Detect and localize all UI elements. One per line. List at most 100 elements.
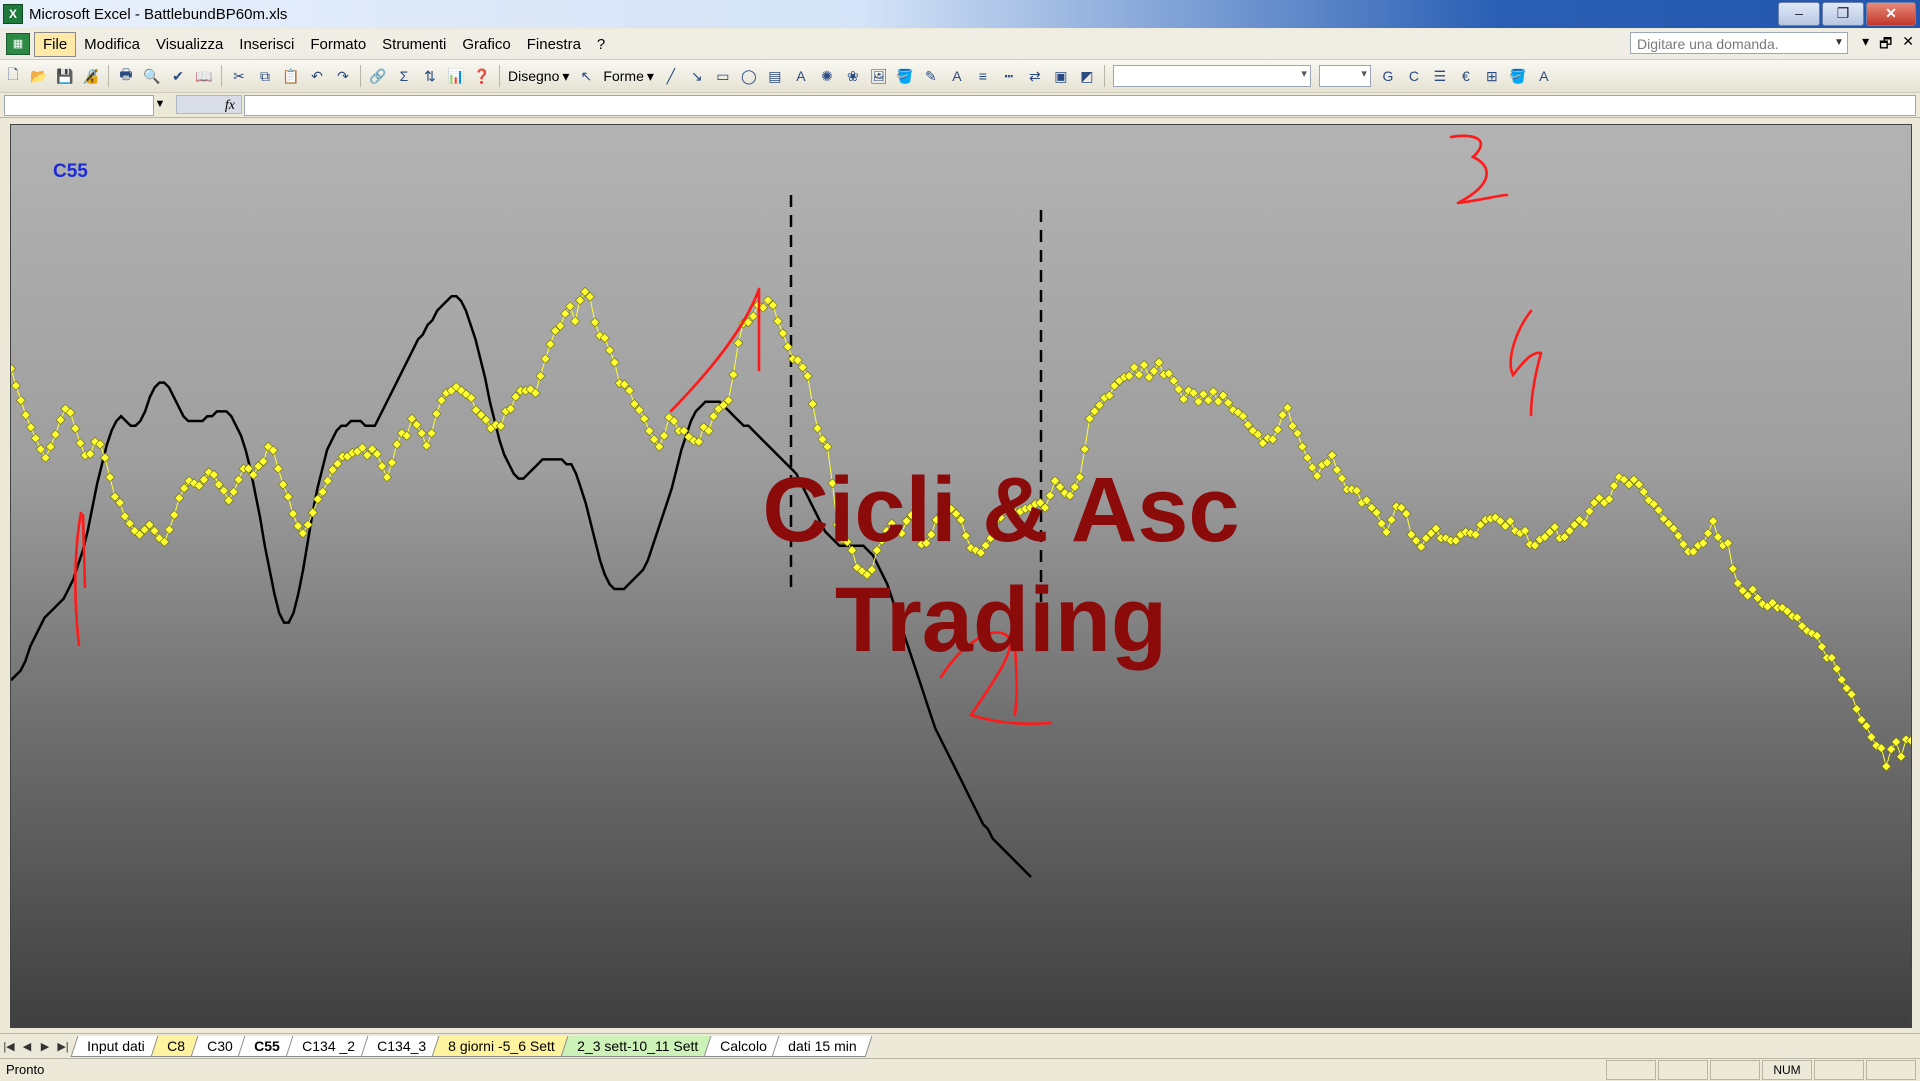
- borders-icon[interactable]: ⊞: [1480, 65, 1504, 87]
- cut-icon[interactable]: ✂: [227, 65, 251, 87]
- doc-restore-icon[interactable]: 🗗: [1879, 33, 1892, 57]
- price-point: [540, 353, 551, 364]
- doc-menu-dropdown-icon[interactable]: ▾: [1862, 33, 1869, 57]
- chart-sheet[interactable]: C55 Cicli & Asc Trading: [10, 124, 1912, 1028]
- sort-icon[interactable]: ⇅: [418, 65, 442, 87]
- open-icon[interactable]: 📂: [27, 65, 51, 87]
- price-point: [545, 339, 556, 350]
- paste-icon[interactable]: 📋: [279, 65, 303, 87]
- permission-icon[interactable]: 🔏: [79, 65, 103, 87]
- rectangle-icon[interactable]: ▭: [711, 65, 735, 87]
- spelling-icon[interactable]: ✔: [166, 65, 190, 87]
- arrow-style-icon[interactable]: ⇄: [1023, 65, 1047, 87]
- price-point: [283, 491, 294, 502]
- help-icon[interactable]: ❓: [470, 65, 494, 87]
- line-style-icon[interactable]: ≡: [971, 65, 995, 87]
- drawing-menu-button[interactable]: Disegno ▾: [508, 68, 569, 85]
- 3d-icon[interactable]: ◩: [1075, 65, 1099, 87]
- font-color-icon[interactable]: A: [945, 65, 969, 87]
- cell-font-color-icon[interactable]: A: [1532, 65, 1556, 87]
- arrow-icon[interactable]: ↘: [685, 65, 709, 87]
- next-sheet-icon[interactable]: ▶: [36, 1040, 54, 1053]
- shadow-icon[interactable]: ▣: [1049, 65, 1073, 87]
- redo-icon[interactable]: ↷: [331, 65, 355, 87]
- menu-finestra[interactable]: Finestra: [519, 33, 589, 56]
- menu-file[interactable]: File: [34, 31, 77, 57]
- diagram-icon[interactable]: ✺: [815, 65, 839, 87]
- select-objects-icon[interactable]: ↖: [574, 65, 598, 87]
- prev-sheet-icon[interactable]: ◀: [18, 1040, 36, 1053]
- menu-modifica[interactable]: Modifica: [76, 33, 148, 56]
- autosum-icon[interactable]: Σ: [392, 65, 416, 87]
- minimize-button[interactable]: –: [1778, 2, 1820, 26]
- price-point: [436, 395, 447, 406]
- name-box-dropdown-icon[interactable]: ▼: [152, 95, 168, 114]
- bold-button[interactable]: G: [1376, 65, 1400, 87]
- oval-icon[interactable]: ◯: [737, 65, 761, 87]
- menu-formato[interactable]: Formato: [302, 33, 374, 56]
- insert-function-button[interactable]: fx: [176, 95, 242, 114]
- sheet-tab-9[interactable]: dati 15 min: [771, 1036, 874, 1057]
- print-icon[interactable]: 🖶: [114, 65, 138, 87]
- font-size-combo[interactable]: [1318, 65, 1371, 87]
- price-point: [1881, 761, 1892, 772]
- new-icon[interactable]: 🗋: [1, 65, 25, 87]
- save-icon[interactable]: 💾: [53, 65, 77, 87]
- menu-grafico[interactable]: Grafico: [454, 33, 518, 56]
- price-point: [169, 510, 180, 520]
- italic-button[interactable]: C: [1402, 65, 1426, 87]
- sheet-tab-6[interactable]: 8 giorni -5_6 Sett: [431, 1036, 571, 1057]
- print-preview-icon[interactable]: 🔍: [140, 65, 164, 87]
- chart-wizard-icon[interactable]: 📊: [444, 65, 468, 87]
- price-point: [431, 408, 442, 419]
- menu-help[interactable]: ?: [589, 33, 613, 56]
- picture-icon[interactable]: 🖼: [867, 65, 891, 87]
- euro-button[interactable]: €: [1454, 65, 1478, 87]
- fill-color-icon[interactable]: 🪣: [893, 65, 917, 87]
- last-sheet-icon[interactable]: ▶|: [54, 1040, 72, 1053]
- research-icon[interactable]: 📖: [192, 65, 216, 87]
- sheet-tab-5[interactable]: C134_3: [360, 1036, 443, 1057]
- ask-question-input[interactable]: Digitare una domanda.: [1630, 32, 1848, 54]
- align-center-icon[interactable]: ☰: [1428, 65, 1452, 87]
- hyperlink-icon[interactable]: 🔗: [366, 65, 390, 87]
- sheet-tab-0[interactable]: Input dati: [70, 1036, 162, 1057]
- price-point: [1272, 424, 1283, 435]
- cell-fill-icon[interactable]: 🪣: [1506, 65, 1530, 87]
- wordart-icon[interactable]: A: [789, 65, 813, 87]
- sheet-tab-label: C134 _2: [302, 1038, 355, 1054]
- line-icon[interactable]: ╱: [659, 65, 683, 87]
- restore-button[interactable]: ❐: [1822, 2, 1864, 26]
- copy-icon[interactable]: ⧉: [253, 65, 277, 87]
- formula-input[interactable]: [244, 95, 1916, 116]
- window-title-bar[interactable]: X Microsoft Excel - BattlebundBP60m.xls …: [0, 0, 1920, 28]
- sheet-tab-4[interactable]: C134 _2: [285, 1036, 372, 1057]
- price-point: [797, 362, 808, 373]
- price-point: [1381, 527, 1392, 538]
- clipart-icon[interactable]: ❀: [841, 65, 865, 87]
- close-button[interactable]: ✕: [1866, 2, 1916, 26]
- menu-strumenti[interactable]: Strumenti: [374, 33, 454, 56]
- menu-visualizza[interactable]: Visualizza: [148, 33, 231, 56]
- price-point: [426, 428, 437, 439]
- price-point: [589, 317, 600, 328]
- ask-dropdown-icon[interactable]: ▼: [1830, 32, 1848, 54]
- price-point: [11, 363, 16, 374]
- textbox-icon[interactable]: ▤: [763, 65, 787, 87]
- first-sheet-icon[interactable]: |◀: [0, 1040, 18, 1053]
- name-box[interactable]: [4, 95, 154, 116]
- undo-icon[interactable]: ↶: [305, 65, 329, 87]
- sheet-tab-8[interactable]: Calcolo: [703, 1036, 783, 1057]
- autoshapes-menu-button[interactable]: Forme ▾: [603, 68, 653, 85]
- workbook-icon[interactable]: ▦: [6, 33, 30, 55]
- sheet-tab-label: C30: [206, 1038, 233, 1054]
- price-point: [1673, 530, 1684, 541]
- watermark-line-1: Cicli & Asc: [762, 459, 1240, 561]
- doc-close-icon[interactable]: ✕: [1902, 33, 1914, 57]
- font-name-combo[interactable]: [1112, 65, 1311, 87]
- dash-style-icon[interactable]: ┅: [997, 65, 1021, 87]
- sheet-tab-7[interactable]: 2_3 sett-10_11 Sett: [560, 1036, 715, 1057]
- line-color-icon[interactable]: ✎: [919, 65, 943, 87]
- menu-inserisci[interactable]: Inserisci: [231, 33, 302, 56]
- price-point: [1079, 444, 1090, 455]
